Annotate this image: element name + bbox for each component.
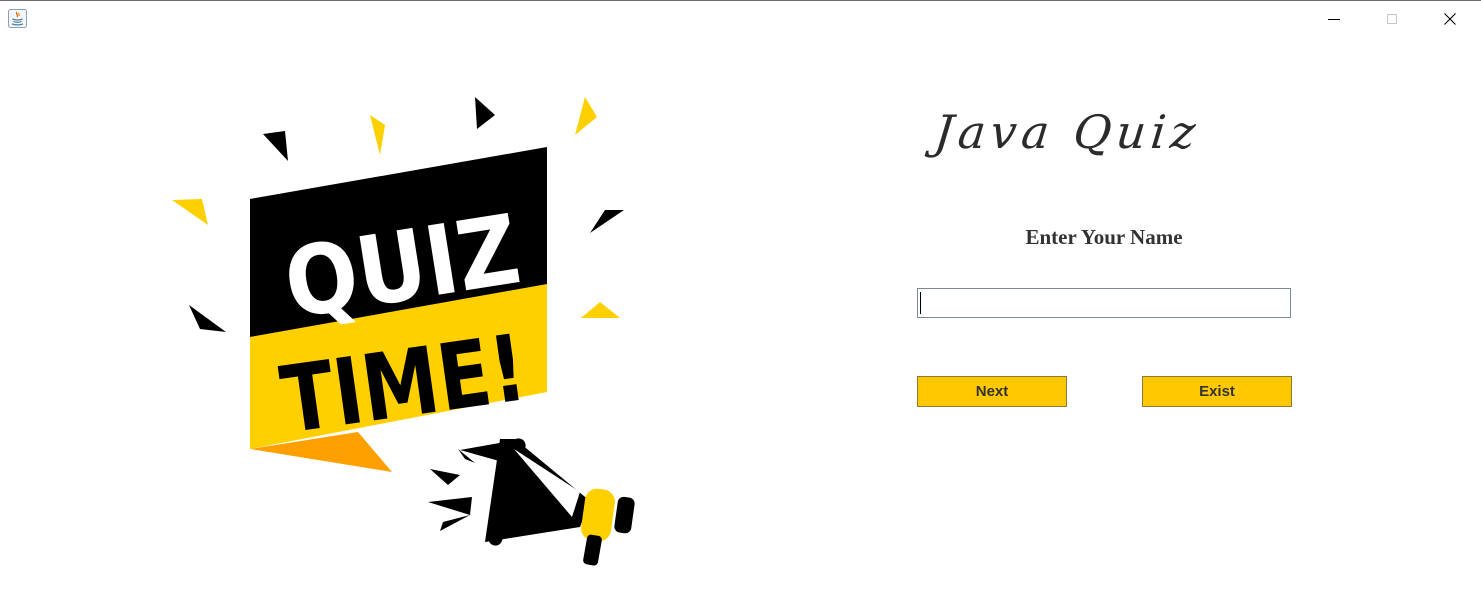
close-icon (1444, 13, 1456, 25)
name-input[interactable] (917, 288, 1291, 318)
title-bar[interactable] (0, 1, 1481, 37)
close-button[interactable] (1421, 1, 1479, 37)
text-caret (920, 292, 921, 314)
quiz-window: QUIZ TIME! Java Quiz Enter Your Name Nex… (0, 0, 1481, 612)
burst-ray (581, 302, 620, 318)
app-title: Java Quiz (932, 105, 1203, 159)
burst-ray (575, 97, 597, 135)
quiz-time-illustration: QUIZ TIME! (172, 97, 635, 566)
minimize-icon (1328, 19, 1340, 20)
exist-button[interactable]: Exist (1142, 376, 1292, 407)
maximize-icon (1387, 14, 1397, 24)
burst-ray (263, 131, 288, 161)
next-button[interactable]: Next (917, 376, 1067, 407)
burst-ray (189, 305, 226, 332)
burst-ray (475, 97, 495, 129)
burst-ray (590, 210, 624, 233)
burst-ray (172, 199, 208, 225)
name-label: Enter Your Name (1025, 225, 1183, 249)
minimize-button[interactable] (1305, 1, 1363, 37)
java-app-icon (8, 9, 27, 28)
maximize-button[interactable] (1363, 1, 1421, 37)
megaphone-icon (428, 438, 635, 566)
burst-ray (370, 115, 385, 155)
